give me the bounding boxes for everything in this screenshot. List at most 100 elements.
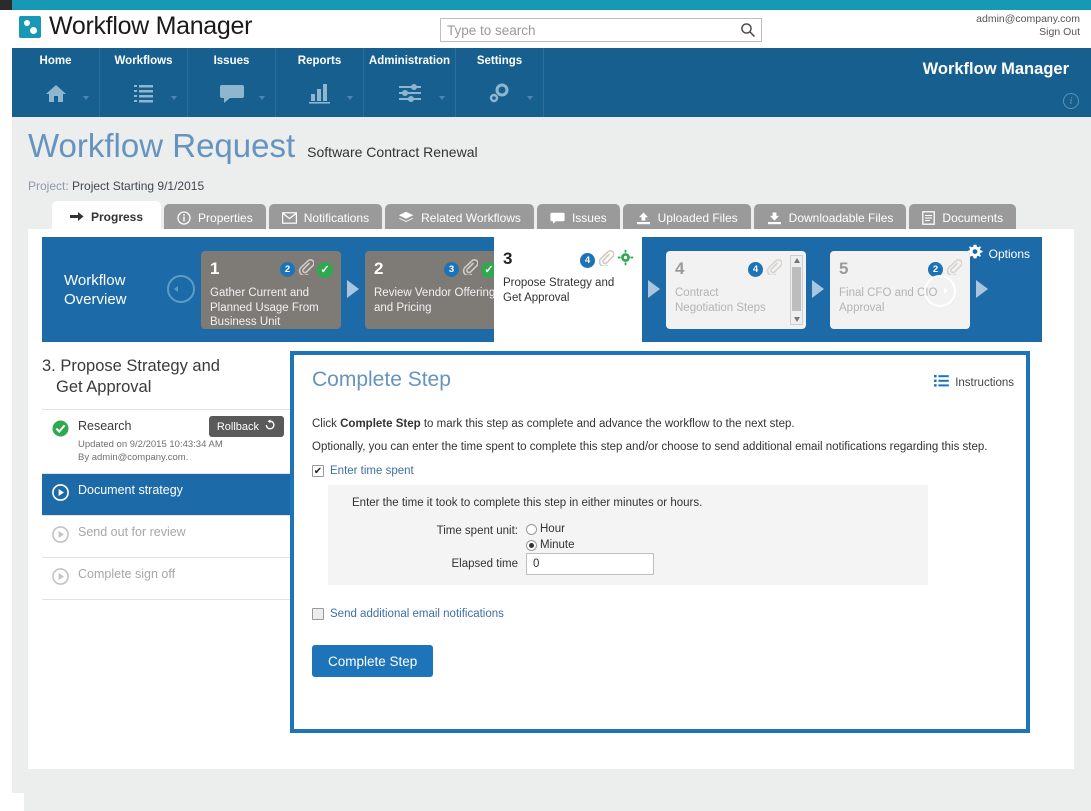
page-title-row: Workflow Request Software Contract Renew… [28, 127, 478, 165]
task-item-send-out-for-review[interactable]: Send out for review [42, 516, 292, 558]
step-separator-arrow [648, 280, 660, 298]
top-left-corner [0, 0, 12, 10]
content-card: Workflow Overview Options 1 2 ✓ Gather C… [28, 229, 1074, 769]
checkbox-box[interactable] [312, 608, 324, 620]
task-item-document-strategy[interactable]: Document strategy [42, 474, 292, 516]
complete-step-button[interactable]: Complete Step [312, 645, 434, 677]
task-item-complete-sign-off[interactable]: Complete sign off [42, 558, 292, 600]
tab-properties[interactable]: Properties [164, 204, 266, 232]
user-area: admin@company.com Sign Out [976, 13, 1080, 39]
scroll-down-arrow[interactable] [794, 317, 800, 322]
chevron-down-icon[interactable] [83, 96, 89, 100]
step-name: Contract Negotiation Steps [675, 287, 766, 314]
radio-button[interactable] [526, 523, 537, 535]
tab-label: Progress [91, 209, 144, 224]
task-body: Send out for review [78, 525, 282, 539]
workflow-step-4[interactable]: 4 4 Contract Negotiation Steps [666, 251, 806, 329]
instruction-paragraph-1: Click Complete Step to mark this step as… [312, 417, 795, 432]
task-item-research[interactable]: Research Updated on 9/2/2015 10:43:34 AM… [42, 409, 292, 474]
task-body: Complete sign off [78, 567, 282, 581]
tab-progress[interactable]: Progress [52, 201, 162, 232]
nav-item-workflows[interactable]: Workflows [100, 48, 188, 117]
current-step-heading: 3. Propose Strategy and Get Approval [42, 356, 292, 398]
step-badges: 4 [748, 259, 783, 280]
scrollbar-thumb[interactable] [792, 267, 801, 311]
tab-downloadable-files[interactable]: Downloadable Files [753, 204, 907, 232]
workflow-overview: Workflow Overview Options 1 2 ✓ Gather C… [42, 237, 1042, 342]
time-unit-label: Time spent unit: [436, 525, 518, 537]
chevron-down-icon[interactable] [527, 96, 533, 100]
step-count-badge: 3 [444, 262, 459, 277]
app-header: Workflow Manager admin@company.com Sign … [12, 10, 1091, 48]
instructions-label: Instructions [955, 376, 1014, 389]
home-icon [12, 76, 99, 110]
arrow-left-circle-icon[interactable] [167, 275, 195, 303]
sign-out-link[interactable]: Sign Out [976, 26, 1080, 39]
search-box[interactable] [440, 18, 762, 42]
document-icon [922, 211, 936, 225]
step-badges: 4 [580, 249, 634, 271]
scroll-up-arrow[interactable] [794, 258, 800, 263]
checkbox-box[interactable]: ✔ [312, 465, 324, 477]
info-icon[interactable]: i [1063, 93, 1079, 109]
task-title: Document strategy [78, 483, 183, 497]
paperclip-icon [298, 259, 315, 280]
instruction-paragraph-2: Optionally, you can enter the time spent… [312, 441, 988, 453]
tab-issues[interactable]: Issues [536, 204, 620, 232]
radio-minute[interactable]: Minute [526, 537, 575, 553]
task-updated: Updated on 9/2/2015 10:43:34 AM [78, 439, 223, 450]
tab-bar: Progress Properties Notifications Relate… [52, 201, 1017, 232]
top-accent-bar [0, 0, 1091, 10]
workflow-step-2[interactable]: 2 3 ✓ Review Vendor Offering and Pricing [365, 251, 505, 329]
tab-uploaded-files[interactable]: Uploaded Files [622, 204, 751, 232]
step-separator-arrow [812, 280, 824, 298]
project-label: Project: [28, 179, 69, 193]
radio-hour[interactable]: Hour [526, 521, 575, 537]
chevron-down-icon[interactable] [259, 96, 265, 100]
step-badges: 2 ✓ [280, 259, 333, 280]
arrow-right-circle-icon[interactable] [924, 275, 956, 307]
panel-title: Complete Step [312, 368, 451, 391]
nav-item-reports[interactable]: Reports [276, 48, 364, 117]
app-window: Workflow Manager admin@company.com Sign … [0, 0, 1091, 811]
step-name: Review Vendor Offering and Pricing [374, 287, 496, 314]
brand: Workflow Manager [19, 12, 252, 41]
search-icon[interactable] [735, 19, 761, 41]
download-icon [767, 212, 782, 225]
layers-icon [398, 211, 414, 225]
chevron-down-icon[interactable] [347, 96, 353, 100]
workflow-step-1[interactable]: 1 2 ✓ Gather Current and Planned Usage F… [201, 251, 341, 329]
tab-documents[interactable]: Documents [909, 204, 1017, 232]
para1-post: to mark this step as complete and advanc… [420, 418, 795, 430]
radio-button[interactable] [526, 539, 537, 551]
paperclip-icon [598, 249, 615, 271]
workflow-step-3[interactable]: 3 4 Propose Strategy and Get Approval [494, 237, 642, 342]
elapsed-time-input[interactable] [526, 553, 654, 575]
time-spent-fieldset: Enter the time it took to complete this … [328, 485, 928, 585]
para1-pre: Click [312, 418, 341, 430]
chat-bubble-icon [188, 76, 275, 110]
nav-item-administration[interactable]: Administration [364, 48, 456, 117]
task-updated-by: By admin@company.com. [78, 452, 189, 463]
task-title: Complete sign off [78, 567, 176, 581]
rollback-button[interactable]: Rollback [208, 416, 284, 437]
target-icon [617, 249, 634, 271]
step-badges: 3 ✓ [444, 259, 497, 280]
arrow-right-icon [70, 211, 84, 222]
send-email-notifications-checkbox[interactable]: Send additional email notifications [312, 608, 504, 620]
enter-time-spent-checkbox[interactable]: ✔ Enter time spent [312, 465, 414, 477]
nav-item-settings[interactable]: Settings [456, 48, 544, 117]
nav-label: Settings [476, 55, 523, 67]
search-input[interactable] [441, 19, 735, 41]
nav-item-home[interactable]: Home [12, 48, 100, 117]
tab-related-workflows[interactable]: Related Workflows [385, 204, 534, 232]
tab-notifications[interactable]: Notifications [268, 204, 383, 232]
nav-item-issues[interactable]: Issues [188, 48, 276, 117]
step-scrollbar[interactable] [790, 255, 803, 325]
instructions-link[interactable]: Instructions [934, 374, 1014, 391]
user-email: admin@company.com [976, 13, 1080, 25]
options-button[interactable]: Options [967, 244, 1030, 263]
chevron-down-icon[interactable] [439, 96, 445, 100]
chevron-down-icon[interactable] [171, 96, 177, 100]
page-footer-area [24, 792, 1091, 811]
